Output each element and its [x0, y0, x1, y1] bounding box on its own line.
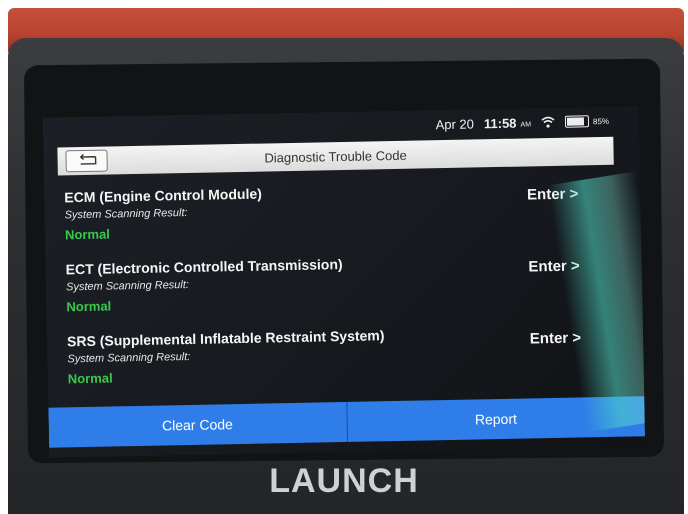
system-row-srs[interactable]: SRS (Supplemental Inflatable Restraint S…	[61, 317, 618, 400]
scan-label: System Scanning Result:	[65, 278, 190, 294]
scan-label: System Scanning Result:	[64, 206, 188, 222]
report-button[interactable]: Report	[347, 396, 645, 442]
system-list: ECM (Engine Control Module) System Scann…	[58, 173, 618, 400]
scan-result: Normal	[67, 370, 113, 387]
system-name: SRS (Supplemental Inflatable Restraint S…	[66, 327, 385, 350]
system-name: ECM (Engine Control Module)	[64, 185, 262, 206]
battery-icon	[564, 115, 590, 128]
status-time: 11:58	[483, 115, 517, 131]
system-name: ECT (Electronic Controlled Transmission)	[65, 256, 343, 278]
title-bar: Diagnostic Trouble Code	[57, 136, 614, 176]
system-row-ect[interactable]: ECT (Electronic Controlled Transmission)…	[59, 245, 616, 328]
status-ampm: AM	[520, 120, 532, 129]
wifi-icon	[541, 116, 555, 128]
system-row-ecm[interactable]: ECM (Engine Control Module) System Scann…	[58, 173, 615, 256]
enter-button[interactable]: Enter >	[530, 329, 582, 347]
scan-label: System Scanning Result:	[67, 350, 191, 366]
enter-button[interactable]: Enter >	[528, 257, 580, 275]
back-button[interactable]	[65, 149, 108, 173]
enter-button[interactable]: Enter >	[527, 185, 579, 203]
screen: Apr 20 11:58 AM 85% Diagnostic Trouble C…	[42, 106, 646, 458]
battery-percent: 85%	[592, 116, 610, 126]
scan-result: Normal	[64, 226, 110, 243]
clear-code-button[interactable]: Clear Code	[48, 402, 346, 448]
action-bar: Clear Code Report	[48, 396, 646, 448]
page-title: Diagnostic Trouble Code	[264, 147, 407, 166]
back-arrow-icon	[75, 153, 97, 168]
status-date: Apr 20	[435, 115, 475, 132]
scan-result: Normal	[66, 298, 112, 315]
brand-logo: LAUNCH	[269, 462, 419, 500]
